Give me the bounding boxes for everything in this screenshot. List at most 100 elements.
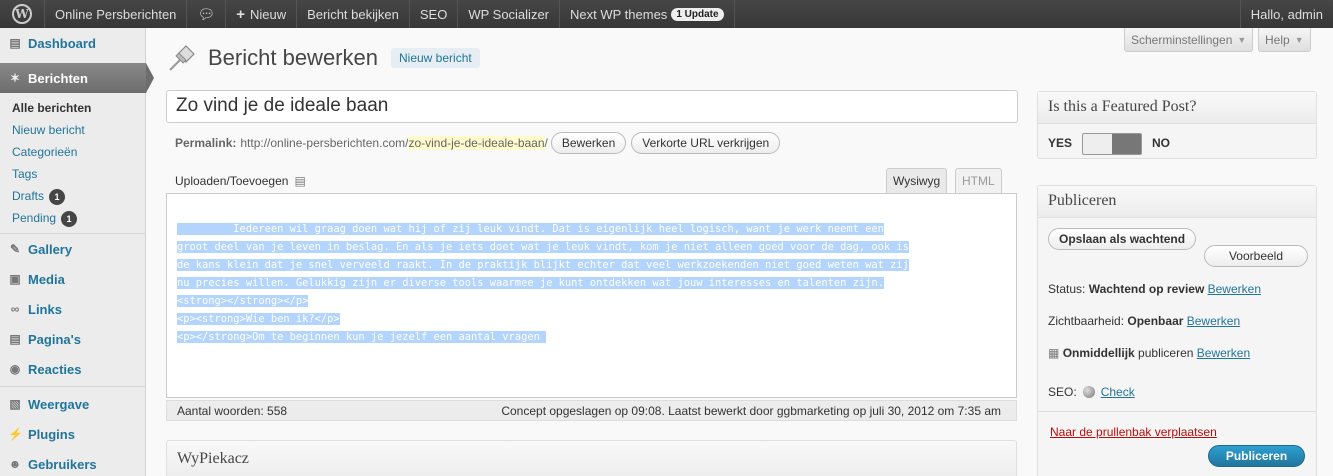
new-content-menu[interactable]: + Nieuw [226,0,298,28]
get-shortlink-button[interactable]: Verkorte URL verkrijgen [631,132,781,154]
chevron-down-icon: ▼ [1294,34,1304,45]
sidebar-item-appearance[interactable]: ▧ Weergave [0,389,146,419]
tab-visual[interactable]: Wysiwyg [886,168,948,193]
site-name-link[interactable]: Online Persberichten [45,0,188,28]
account-menu[interactable]: Hallo, admin [1239,0,1333,28]
sidebar-item-gallery[interactable]: ✎ Gallery [0,234,146,264]
publish-button[interactable]: Publiceren [1208,445,1305,467]
calendar-icon: ▦ [1048,346,1060,360]
pending-label: Pending [12,211,57,226]
wypiekacz-box[interactable]: WyPiekacz [166,440,1017,476]
users-icon: ☻ [8,457,22,471]
visibility-value: Openbaar [1127,314,1184,328]
editor-status-bar: Aantal woorden: 558 Concept opgeslagen o… [166,400,1017,421]
sidebar-item-label: Dashboard [28,35,96,51]
permalink-end: / [544,136,548,150]
pages-icon: ▤ [9,332,21,346]
new-label: Nieuw [249,6,287,22]
pending-count-badge: 1 [61,211,78,227]
menu-separator [0,386,146,387]
dashboard-icon: ▤ [9,36,21,50]
wp-socializer-menu[interactable]: WP Socializer [458,0,561,28]
sidebar-item-media[interactable]: ▣ Media [0,264,146,294]
featured-yes-label: YES [1048,136,1073,150]
editor-line: de kans klein dat je snel verveeld raakt… [177,259,909,271]
comments-link[interactable]: 💬︎ [187,0,227,28]
seo-status-dot-icon [1082,386,1095,398]
publish-title: Publiceren [1038,186,1316,218]
sidebar-item-pages[interactable]: ▤ Pagina's [0,324,146,354]
sidebar-item-label: Berichten [28,70,88,86]
wordpress-logo-menu[interactable]: W [0,0,45,28]
permalink-slug[interactable]: zo-vind-je-de-ideale-baan [408,136,545,150]
pushpin-icon: ✶ [9,71,21,85]
schedule-row: ▦ Onmiddellijk publiceren Bewerken [1048,346,1251,360]
wordpress-icon: W [12,4,32,24]
submenu-categories[interactable]: Categorieën [12,145,77,159]
view-post-link[interactable]: Bericht bekijken [297,0,410,28]
upload-insert-bar[interactable]: Uploaden/Toevoegen ▤ [175,174,306,188]
sidebar-item-posts[interactable]: ✶ Berichten [0,63,154,93]
sidebar-item-dashboard[interactable]: ▤ Dashboard [0,28,146,58]
edit-status-link[interactable]: Bewerken [1208,282,1261,296]
move-to-trash-link[interactable]: Naar de prullenbak verplaatsen [1050,425,1217,439]
submenu-drafts[interactable]: Drafts 1 [12,189,66,205]
themes-label: Next WP themes [570,6,668,22]
add-new-post-button[interactable]: Nieuw bericht [391,48,480,68]
save-pending-button[interactable]: Opslaan als wachtend [1048,228,1197,250]
plug-icon: ⚡ [8,427,23,441]
comments-icon: ◉ [9,362,21,376]
seo-check-link[interactable]: Check [1101,385,1135,399]
plus-icon: + [236,5,245,23]
featured-toggle[interactable] [1082,133,1142,155]
status-row: Status: Wachtend op review Bewerken [1048,282,1261,296]
edit-schedule-link[interactable]: Bewerken [1197,346,1250,360]
current-arrow [146,63,154,93]
visibility-row: Zichtbaarheid: Openbaar Bewerken [1048,314,1241,328]
sidebar-item-label: Gebruikers [28,456,97,472]
editor-line: groot deel van je leven in beslag. En al… [177,241,909,253]
status-value: Wachtend op review [1088,282,1205,296]
drafts-count-badge: 1 [49,189,66,205]
comment-bubble-icon: 💬︎ [197,5,216,22]
edit-visibility-link[interactable]: Bewerken [1187,314,1240,328]
sidebar-item-label: Gallery [28,241,73,257]
screen-options-label: Scherminstellingen [1131,32,1233,47]
post-title-input[interactable]: Zo vind je de ideale baan [166,90,1018,123]
tab-html[interactable]: HTML [955,168,1002,193]
upload-label: Uploaden/Toevoegen [175,174,289,188]
help-label: Help [1265,32,1290,47]
permalink-base: http://online-persberichten.com/ [240,136,409,150]
update-badge: 1 Update [671,7,724,21]
seo-menu[interactable]: SEO [410,0,459,28]
editor-line: <p></strong>Om te beginnen kun je jezelf… [177,331,547,343]
post-content-editor[interactable]: Iedereen wil graag doen wat hij of zij l… [166,193,1017,398]
help-button[interactable]: Help ▼ [1258,28,1311,52]
featured-post-box: Is this a Featured Post? YES NO [1037,91,1317,159]
submenu-all-posts[interactable]: Alle berichten [12,101,91,115]
pushpin-icon [169,45,195,71]
admin-sidebar: ▤ Dashboard ✶ Berichten Alle berichten N… [0,28,154,476]
chevron-down-icon: ▼ [1237,34,1247,45]
submenu-new-post[interactable]: Nieuw bericht [12,123,85,137]
featured-no-label: NO [1152,136,1170,150]
gallery-icon: ✎ [9,242,21,256]
preview-button[interactable]: Voorbeeld [1204,245,1308,267]
themes-menu[interactable]: Next WP themes 1 Update [560,0,735,28]
sidebar-item-links[interactable]: ∞ Links [0,294,146,324]
permalink-row: Permalink: http://online-persberichten.c… [175,132,781,154]
sidebar-item-label: Pagina's [28,331,81,347]
edit-permalink-button[interactable]: Bewerken [550,132,627,154]
submenu-pending[interactable]: Pending 1 [12,211,78,227]
screen-options-button[interactable]: Scherminstellingen ▼ [1124,28,1254,52]
schedule-value: Onmiddellijk [1062,346,1135,360]
submenu-tags[interactable]: Tags [12,167,37,181]
sidebar-item-users[interactable]: ☻ Gebruikers [0,449,146,476]
sidebar-item-label: Media [28,271,65,287]
media-icon: ▤ [294,174,306,188]
appearance-icon: ▧ [9,397,21,411]
drafts-label: Drafts [12,189,45,204]
sidebar-item-plugins[interactable]: ⚡ Plugins [0,419,146,449]
sidebar-item-comments[interactable]: ◉ Reacties [0,354,146,384]
seo-row: SEO: Check [1048,385,1135,399]
